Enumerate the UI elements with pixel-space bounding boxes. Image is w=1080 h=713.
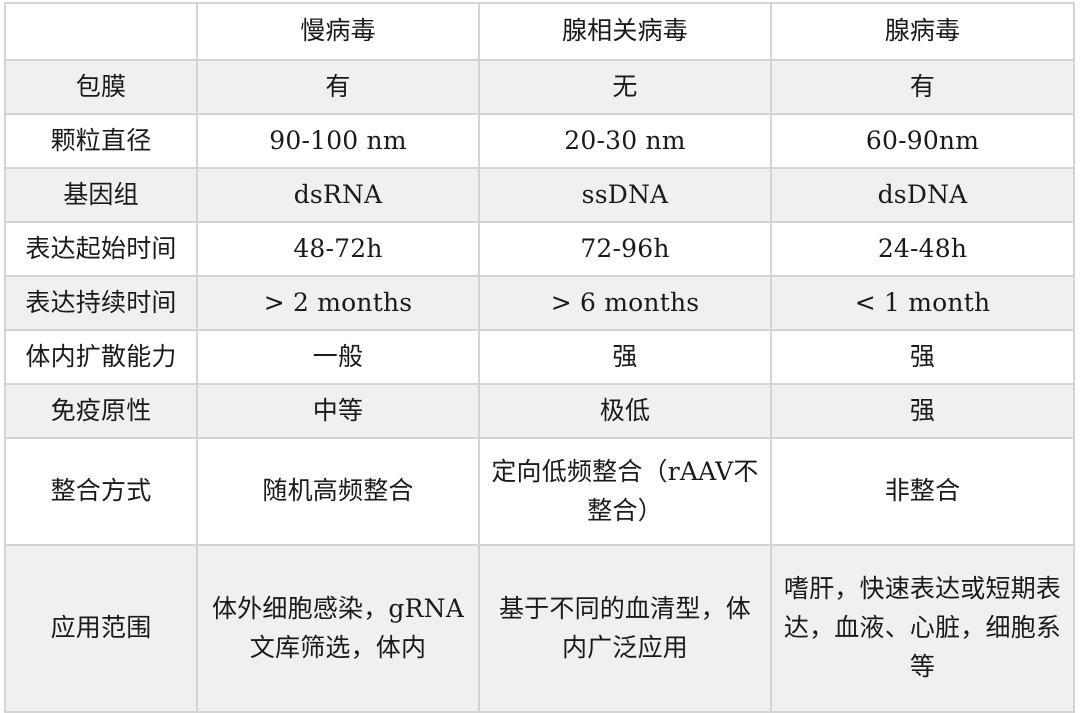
table-cell: 48-72h [196,221,480,277]
table-cell: 20-30 nm [478,113,772,169]
table-row: 包膜有无有 [4,59,1075,115]
table-cell: > 6 months [478,275,772,331]
table-cell: 强 [770,383,1075,439]
table-corner-cell [4,2,198,61]
row-label: 整合方式 [4,437,198,546]
table-cell: 一般 [196,329,480,385]
table-cell: 中等 [196,383,480,439]
table-row: 基因组 dsRNA ssDNA dsDNA [4,167,1075,223]
table-row: 表达持续时间 > 2 months > 6 months < 1 month [4,275,1075,331]
table-cell: 24-48h [770,221,1075,277]
comparison-table-container: 慢病毒 腺相关病毒 腺病毒 包膜有无有颗粒直径 90-100 nm 20-30 nm… [4,2,1075,713]
table-row: 颗粒直径 90-100 nm 20-30 nm 60-90nm [4,113,1075,169]
table-cell: 强 [478,329,772,385]
table-cell: < 1 month [770,275,1075,331]
table-cell: 基于不同的血清型，体内广泛应用 [478,544,772,713]
row-label: 表达起始时间 [4,221,198,277]
table-cell: dsDNA [770,167,1075,223]
row-label: 体内扩散能力 [4,329,198,385]
table-cell: ssDNA [478,167,772,223]
table-cell: 随机高频整合 [196,437,480,546]
table-cell: 强 [770,329,1075,385]
viral-vector-comparison-table: 慢病毒 腺相关病毒 腺病毒 包膜有无有颗粒直径 90-100 nm 20-30 nm… [4,2,1075,713]
table-row: 体内扩散能力 一般强强 [4,329,1075,385]
table-cell: dsRNA [196,167,480,223]
table-cell: 非整合 [770,437,1075,546]
table-cell: 90-100 nm [196,113,480,169]
table-cell: 极低 [478,383,772,439]
table-row: 应用范围 体外细胞感染，gRNA文库筛选，体内 基于不同的血清型，体内广泛应用 嗜肝，… [4,544,1075,713]
table-cell: 有 [770,59,1075,115]
table-row: 表达起始时间 48-72h 72-96h 24-48h [4,221,1075,277]
row-label: 颗粒直径 [4,113,198,169]
column-header-lentivirus: 慢病毒 [196,2,480,61]
table-header-row: 慢病毒 腺相关病毒 腺病毒 [4,2,1075,61]
row-label: 包膜 [4,59,198,115]
row-label: 免疫原性 [4,383,198,439]
table-cell: 60-90nm [770,113,1075,169]
table-cell: 有 [196,59,480,115]
table-header: 慢病毒 腺相关病毒 腺病毒 [4,2,1075,61]
table-cell: > 2 months [196,275,480,331]
column-header-adenovirus: 腺病毒 [770,2,1075,61]
table-row: 免疫原性 中等 极低强 [4,383,1075,439]
table-row: 整合方式 随机高频整合 定向低频整合（rAAV不整合） 非整合 [4,437,1075,546]
table-cell: 嗜肝，快速表达或短期表达，血液、心脏，细胞系等 [770,544,1075,713]
column-header-aav: 腺相关病毒 [478,2,772,61]
table-cell: 72-96h [478,221,772,277]
table-body: 包膜有无有颗粒直径 90-100 nm 20-30 nm 60-90nm 基因组 dsRN… [4,59,1075,713]
table-cell: 定向低频整合（rAAV不整合） [478,437,772,546]
row-label: 表达持续时间 [4,275,198,331]
table-cell: 无 [478,59,772,115]
table-cell: 体外细胞感染，gRNA文库筛选，体内 [196,544,480,713]
row-label: 基因组 [4,167,198,223]
row-label: 应用范围 [4,544,198,713]
